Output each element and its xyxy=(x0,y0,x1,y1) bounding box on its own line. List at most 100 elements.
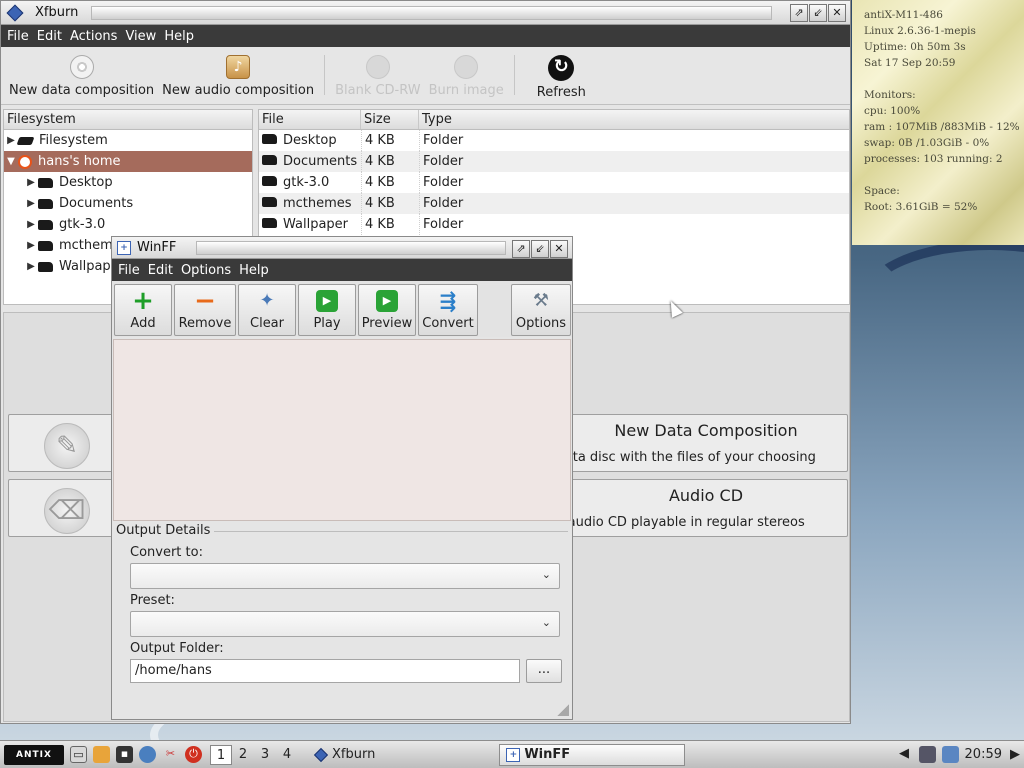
workspace-2[interactable]: 2 xyxy=(232,745,254,765)
new-data-composition-button[interactable]: New data composition xyxy=(5,47,158,98)
file-queue-list[interactable] xyxy=(113,339,571,521)
maximize-icon[interactable]: ⇙ xyxy=(531,240,549,258)
clock[interactable]: 20:59 xyxy=(965,747,1002,762)
xfburn-menubar: File Edit Actions View Help xyxy=(1,25,850,47)
menu-edit[interactable]: Edit xyxy=(37,29,62,44)
play-button[interactable]: ▶ Play xyxy=(298,284,356,336)
menu-file[interactable]: File xyxy=(118,263,140,278)
column-header-type[interactable]: Type xyxy=(419,110,849,129)
plus-icon: + xyxy=(132,286,154,316)
file-row[interactable]: gtk-3.0 4 KB Folder xyxy=(259,172,849,193)
column-header-file[interactable]: File xyxy=(259,110,361,129)
tools-icon: ⚒ xyxy=(532,290,550,311)
workspace-4[interactable]: 4 xyxy=(276,745,298,765)
left-composition-button[interactable]: ✎ E xyxy=(8,414,118,472)
expander-right-icon[interactable]: ▶ xyxy=(4,135,18,146)
expander-right-icon[interactable]: ▶ xyxy=(24,198,38,209)
folder-icon xyxy=(38,240,53,251)
file-row[interactable]: Wallpaper 4 KB Folder xyxy=(259,214,849,235)
preset-label: Preset: xyxy=(130,593,175,608)
pencil-icon: ✎ xyxy=(44,423,90,469)
conky-line: Uptime: 0h 50m 3s xyxy=(864,41,966,53)
folder-icon xyxy=(262,218,277,228)
maximize-icon[interactable]: ⇙ xyxy=(809,4,827,22)
file-manager-icon[interactable] xyxy=(93,746,110,763)
tree-header[interactable]: Filesystem xyxy=(4,110,252,129)
task-winff[interactable]: + WinFF xyxy=(499,743,686,766)
task-xfburn[interactable]: Xfburn xyxy=(308,744,381,766)
new-audio-composition-button[interactable]: ♪ New audio composition xyxy=(158,47,318,98)
display-icon[interactable] xyxy=(941,746,959,763)
start-menu-button[interactable]: ANTIX xyxy=(4,744,64,765)
new-data-composition-big-button[interactable]: New Data Composition Create a new data d… xyxy=(564,414,848,472)
menu-help[interactable]: Help xyxy=(239,263,269,278)
chevron-down-icon: ⌄ xyxy=(541,568,551,581)
expander-right-icon[interactable]: ▶ xyxy=(24,177,38,188)
data-disc-icon xyxy=(69,55,94,79)
network-icon[interactable] xyxy=(918,746,936,763)
menu-help[interactable]: Help xyxy=(164,29,194,44)
menu-view[interactable]: View xyxy=(125,29,156,44)
expander-right-icon[interactable]: ▶ xyxy=(24,261,38,272)
expander-right-icon[interactable]: ▶ xyxy=(24,219,38,230)
winff-titlebar[interactable]: + WinFF ⇗ ⇙ ✕ xyxy=(112,237,572,259)
xfburn-titlebar[interactable]: Xfburn ⇗ ⇙ ✕ xyxy=(1,1,850,25)
convert-button[interactable]: ⇶ Convert xyxy=(418,284,478,336)
menu-edit[interactable]: Edit xyxy=(148,263,173,278)
column-header-size[interactable]: Size xyxy=(361,110,419,129)
folder-icon xyxy=(262,134,277,144)
menu-file[interactable]: File xyxy=(7,29,29,44)
terminal-icon[interactable]: ▪ xyxy=(116,746,133,763)
xfburn-toolbar: New data composition ♪ New audio composi… xyxy=(1,47,850,105)
minimize-icon[interactable]: ⇗ xyxy=(790,4,808,22)
close-icon[interactable]: ✕ xyxy=(550,240,568,258)
tree-item-selected[interactable]: ▼ hans's home xyxy=(4,151,252,172)
conky-monitors-header: Monitors: xyxy=(864,89,916,101)
tree-item[interactable]: ▶ Filesystem xyxy=(4,130,252,151)
add-button[interactable]: + Add xyxy=(114,284,172,336)
menu-actions[interactable]: Actions xyxy=(70,29,118,44)
tree-item[interactable]: ▶ gtk-3.0 xyxy=(4,214,252,235)
minus-icon: − xyxy=(194,286,216,316)
workspace-1[interactable]: 1 xyxy=(210,744,232,765)
burn-image-button[interactable]: Burn image xyxy=(425,47,508,98)
resize-grip[interactable] xyxy=(557,704,569,716)
volume-icon[interactable]: ◀ xyxy=(896,746,913,763)
file-row[interactable]: Documents 4 KB Folder xyxy=(259,151,849,172)
left-composition-button[interactable]: ⌫ xyxy=(8,479,118,537)
tray-arrow-icon[interactable]: ▶ xyxy=(1010,747,1020,762)
conky-line: processes: 103 running: 2 xyxy=(864,153,1003,165)
tree-item[interactable]: ▶ Documents xyxy=(4,193,252,214)
options-button[interactable]: ⚒ Options xyxy=(511,284,571,336)
blank-cdrw-button[interactable]: Blank CD-RW xyxy=(331,47,425,98)
winff-app-icon: + xyxy=(117,240,131,255)
audio-cd-big-button[interactable]: Audio CD Create a new audio CD playable … xyxy=(564,479,848,537)
workspace-3[interactable]: 3 xyxy=(254,745,276,765)
settings-tool-icon[interactable]: ✂ xyxy=(162,746,179,763)
refresh-button[interactable]: ↻ Refresh xyxy=(533,47,590,100)
output-folder-input[interactable]: /home/hans xyxy=(130,659,520,683)
close-icon[interactable]: ✕ xyxy=(828,4,846,22)
output-folder-label: Output Folder: xyxy=(130,641,224,656)
show-desktop-icon[interactable]: ▭ xyxy=(70,746,87,763)
remove-button[interactable]: − Remove xyxy=(174,284,236,336)
expander-right-icon[interactable]: ▶ xyxy=(24,240,38,251)
folder-icon xyxy=(38,198,53,209)
web-browser-icon[interactable] xyxy=(139,746,156,763)
toolbar-separator xyxy=(324,55,326,95)
window-title: WinFF xyxy=(137,240,177,255)
convert-to-select[interactable]: ⌄ xyxy=(130,563,560,589)
minimize-icon[interactable]: ⇗ xyxy=(512,240,530,258)
file-row[interactable]: mcthemes 4 KB Folder xyxy=(259,193,849,214)
expander-down-icon[interactable]: ▼ xyxy=(4,156,18,167)
clear-button[interactable]: ✦ Clear xyxy=(238,284,296,336)
file-row[interactable]: Desktop 4 KB Folder xyxy=(259,130,849,151)
preset-select[interactable]: ⌄ xyxy=(130,611,560,637)
preview-button[interactable]: ▶ Preview xyxy=(358,284,416,336)
winff-toolbar: + Add − Remove ✦ Clear ▶ Play ▶ Preview … xyxy=(112,281,572,337)
browse-folder-button[interactable]: ... xyxy=(526,659,562,683)
wallpaper-swoosh xyxy=(860,240,1024,360)
tree-item[interactable]: ▶ Desktop xyxy=(4,172,252,193)
menu-options[interactable]: Options xyxy=(181,263,231,278)
shutdown-icon[interactable]: ⏻ xyxy=(185,746,202,763)
